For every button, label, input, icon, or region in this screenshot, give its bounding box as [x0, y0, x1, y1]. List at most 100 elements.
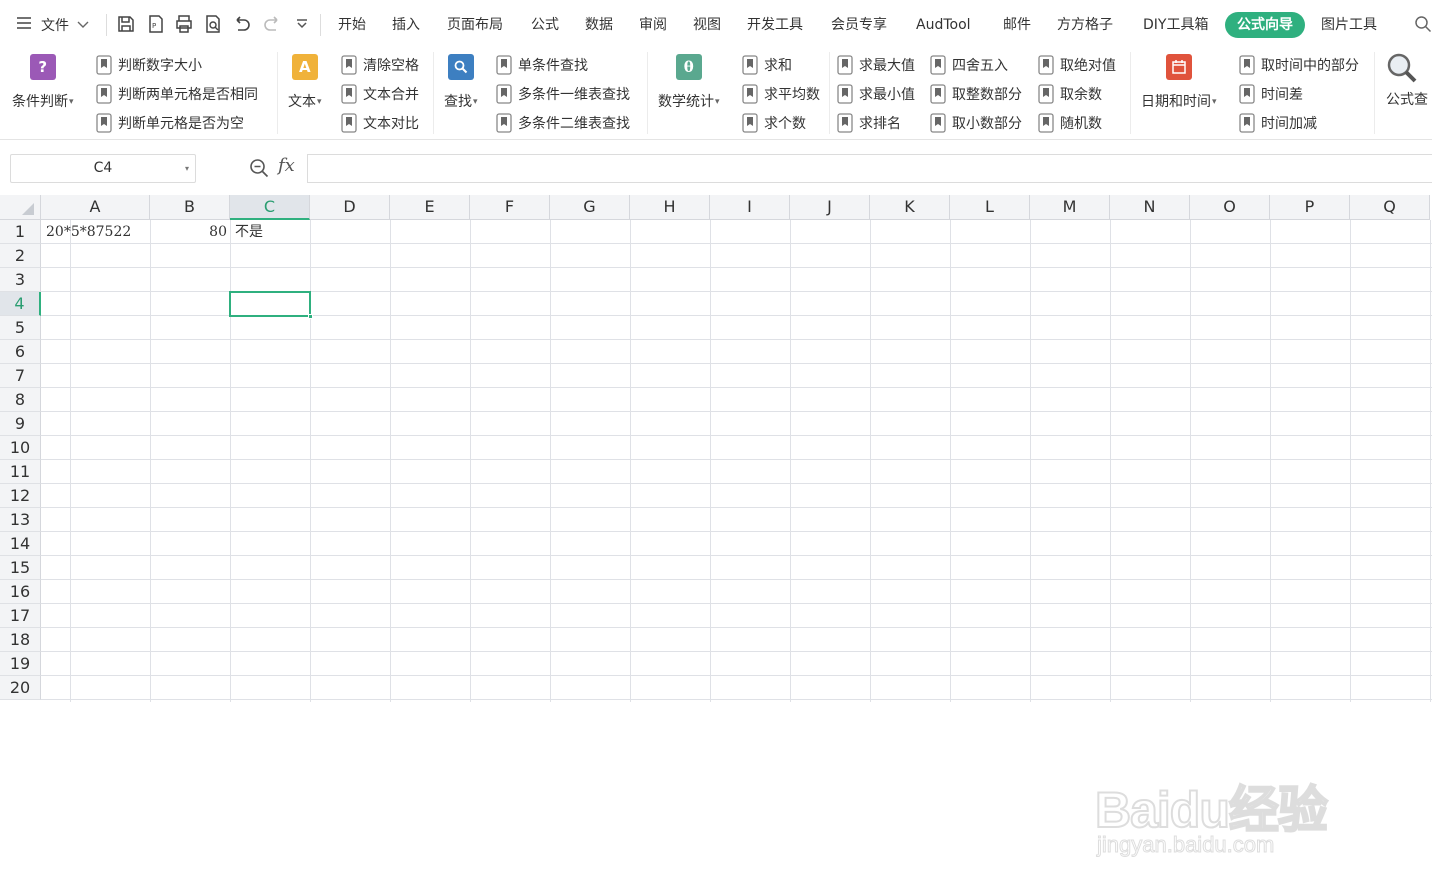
row-header-20[interactable]: 20 — [0, 676, 41, 700]
customize-toolbar-icon[interactable] — [290, 12, 314, 36]
row-header-15[interactable]: 15 — [0, 556, 41, 580]
text-merge-button[interactable]: 文本合并 — [340, 83, 419, 105]
column-header-a[interactable]: A — [41, 195, 150, 220]
column-header-k[interactable]: K — [870, 195, 950, 220]
integer-part-button[interactable]: 取整数部分 — [929, 83, 1022, 105]
column-header-c[interactable]: C — [230, 195, 310, 220]
row-header-3[interactable]: 3 — [0, 268, 41, 292]
save-icon[interactable] — [114, 12, 138, 36]
row-header-4[interactable]: 4 — [0, 292, 41, 316]
row-header-2[interactable]: 2 — [0, 244, 41, 268]
cell-C1[interactable]: 不是 — [235, 220, 263, 244]
rank-button[interactable]: 求排名 — [836, 112, 901, 134]
column-header-e[interactable]: E — [390, 195, 470, 220]
count-button[interactable]: 求个数 — [741, 112, 806, 134]
random-number-button[interactable]: 随机数 — [1037, 112, 1102, 134]
file-menu-button[interactable]: 文件 — [16, 14, 89, 36]
tab-audtool[interactable]: AudTool — [916, 14, 971, 36]
sum-button[interactable]: 求和 — [741, 54, 792, 76]
row-header-11[interactable]: 11 — [0, 460, 41, 484]
print-icon[interactable] — [172, 12, 196, 36]
tab-fangfang[interactable]: 方方格子 — [1057, 14, 1113, 36]
formula-input[interactable] — [307, 154, 1432, 183]
judge-cell-empty-button[interactable]: 判断单元格是否为空 — [95, 112, 244, 134]
column-header-l[interactable]: L — [950, 195, 1030, 220]
round-button[interactable]: 四舍五入 — [929, 54, 1008, 76]
row-header-6[interactable]: 6 — [0, 340, 41, 364]
row-header-10[interactable]: 10 — [0, 436, 41, 460]
column-header-b[interactable]: B — [150, 195, 230, 220]
min-button[interactable]: 求最小值 — [836, 83, 915, 105]
column-header-g[interactable]: G — [550, 195, 630, 220]
trim-spaces-button[interactable]: 清除空格 — [340, 54, 419, 76]
zoom-search-icon[interactable] — [249, 158, 269, 182]
insert-function-button[interactable]: fx — [278, 155, 295, 176]
tab-data[interactable]: 数据 — [585, 14, 613, 36]
row-header-5[interactable]: 5 — [0, 316, 41, 340]
column-header-q[interactable]: Q — [1350, 195, 1430, 220]
undo-icon[interactable] — [230, 12, 254, 36]
column-header-h[interactable]: H — [630, 195, 710, 220]
judge-number-size-button[interactable]: 判断数字大小 — [95, 54, 202, 76]
column-header-f[interactable]: F — [470, 195, 550, 220]
redo-icon[interactable] — [260, 12, 284, 36]
formula-check-button[interactable]: 公式查 — [1386, 52, 1432, 109]
tab-home[interactable]: 开始 — [338, 14, 366, 36]
text-button[interactable]: A 文本▾ — [288, 52, 322, 111]
absolute-value-button[interactable]: 取绝对值 — [1037, 54, 1116, 76]
row-header-19[interactable]: 19 — [0, 652, 41, 676]
tab-page-layout[interactable]: 页面布局 — [447, 14, 503, 36]
tab-picture-tools[interactable]: 图片工具 — [1321, 14, 1377, 36]
chevron-down-icon[interactable]: ▾ — [185, 155, 189, 182]
export-pdf-icon[interactable]: P — [144, 12, 168, 36]
row-header-8[interactable]: 8 — [0, 388, 41, 412]
column-header-d[interactable]: D — [310, 195, 390, 220]
lookup-button[interactable]: 查找▾ — [444, 52, 478, 111]
fill-handle[interactable] — [308, 314, 313, 319]
time-add-subtract-button[interactable]: 时间加减 — [1238, 112, 1317, 134]
row-header-14[interactable]: 14 — [0, 532, 41, 556]
column-header-i[interactable]: I — [710, 195, 790, 220]
search-icon[interactable] — [1414, 15, 1432, 37]
tab-member[interactable]: 会员专享 — [831, 14, 887, 36]
tab-mail[interactable]: 邮件 — [1003, 14, 1031, 36]
row-header-9[interactable]: 9 — [0, 412, 41, 436]
cell-B1[interactable]: 80 — [151, 220, 227, 244]
active-cell-cursor[interactable] — [229, 291, 313, 319]
multi-condition-1d-lookup-button[interactable]: 多条件一维表查找 — [495, 83, 630, 105]
tab-developer[interactable]: 开发工具 — [747, 14, 803, 36]
remainder-button[interactable]: 取余数 — [1037, 83, 1102, 105]
single-condition-lookup-button[interactable]: 单条件查找 — [495, 54, 588, 76]
column-header-m[interactable]: M — [1030, 195, 1110, 220]
time-part-button[interactable]: 取时间中的部分 — [1238, 54, 1359, 76]
math-stats-button[interactable]: θ 数学统计▾ — [658, 52, 720, 111]
multi-condition-2d-lookup-button[interactable]: 多条件二维表查找 — [495, 112, 630, 134]
judge-cells-equal-button[interactable]: 判断两单元格是否相同 — [95, 83, 258, 105]
tab-review[interactable]: 审阅 — [639, 14, 667, 36]
tab-view[interactable]: 视图 — [693, 14, 721, 36]
time-difference-button[interactable]: 时间差 — [1238, 83, 1303, 105]
select-all-corner[interactable] — [0, 195, 41, 220]
condition-judge-button[interactable]: ? 条件判断▾ — [12, 52, 74, 111]
date-time-button[interactable]: 日期和时间▾ — [1141, 52, 1217, 111]
max-button[interactable]: 求最大值 — [836, 54, 915, 76]
decimal-part-button[interactable]: 取小数部分 — [929, 112, 1022, 134]
column-header-j[interactable]: J — [790, 195, 870, 220]
column-header-o[interactable]: O — [1190, 195, 1270, 220]
tab-insert[interactable]: 插入 — [392, 14, 420, 36]
row-header-16[interactable]: 16 — [0, 580, 41, 604]
row-header-1[interactable]: 1 — [0, 220, 41, 244]
row-header-13[interactable]: 13 — [0, 508, 41, 532]
row-header-7[interactable]: 7 — [0, 364, 41, 388]
row-header-18[interactable]: 18 — [0, 628, 41, 652]
name-box[interactable]: C4 ▾ — [10, 154, 196, 183]
row-header-12[interactable]: 12 — [0, 484, 41, 508]
text-compare-button[interactable]: 文本对比 — [340, 112, 419, 134]
tab-formula-wizard[interactable]: 公式向导 — [1225, 12, 1305, 38]
average-button[interactable]: 求平均数 — [741, 83, 820, 105]
row-header-17[interactable]: 17 — [0, 604, 41, 628]
column-header-n[interactable]: N — [1110, 195, 1190, 220]
cell-A1[interactable]: 20*5*87522 — [46, 220, 131, 244]
column-header-p[interactable]: P — [1270, 195, 1350, 220]
tab-formulas[interactable]: 公式 — [531, 14, 559, 36]
